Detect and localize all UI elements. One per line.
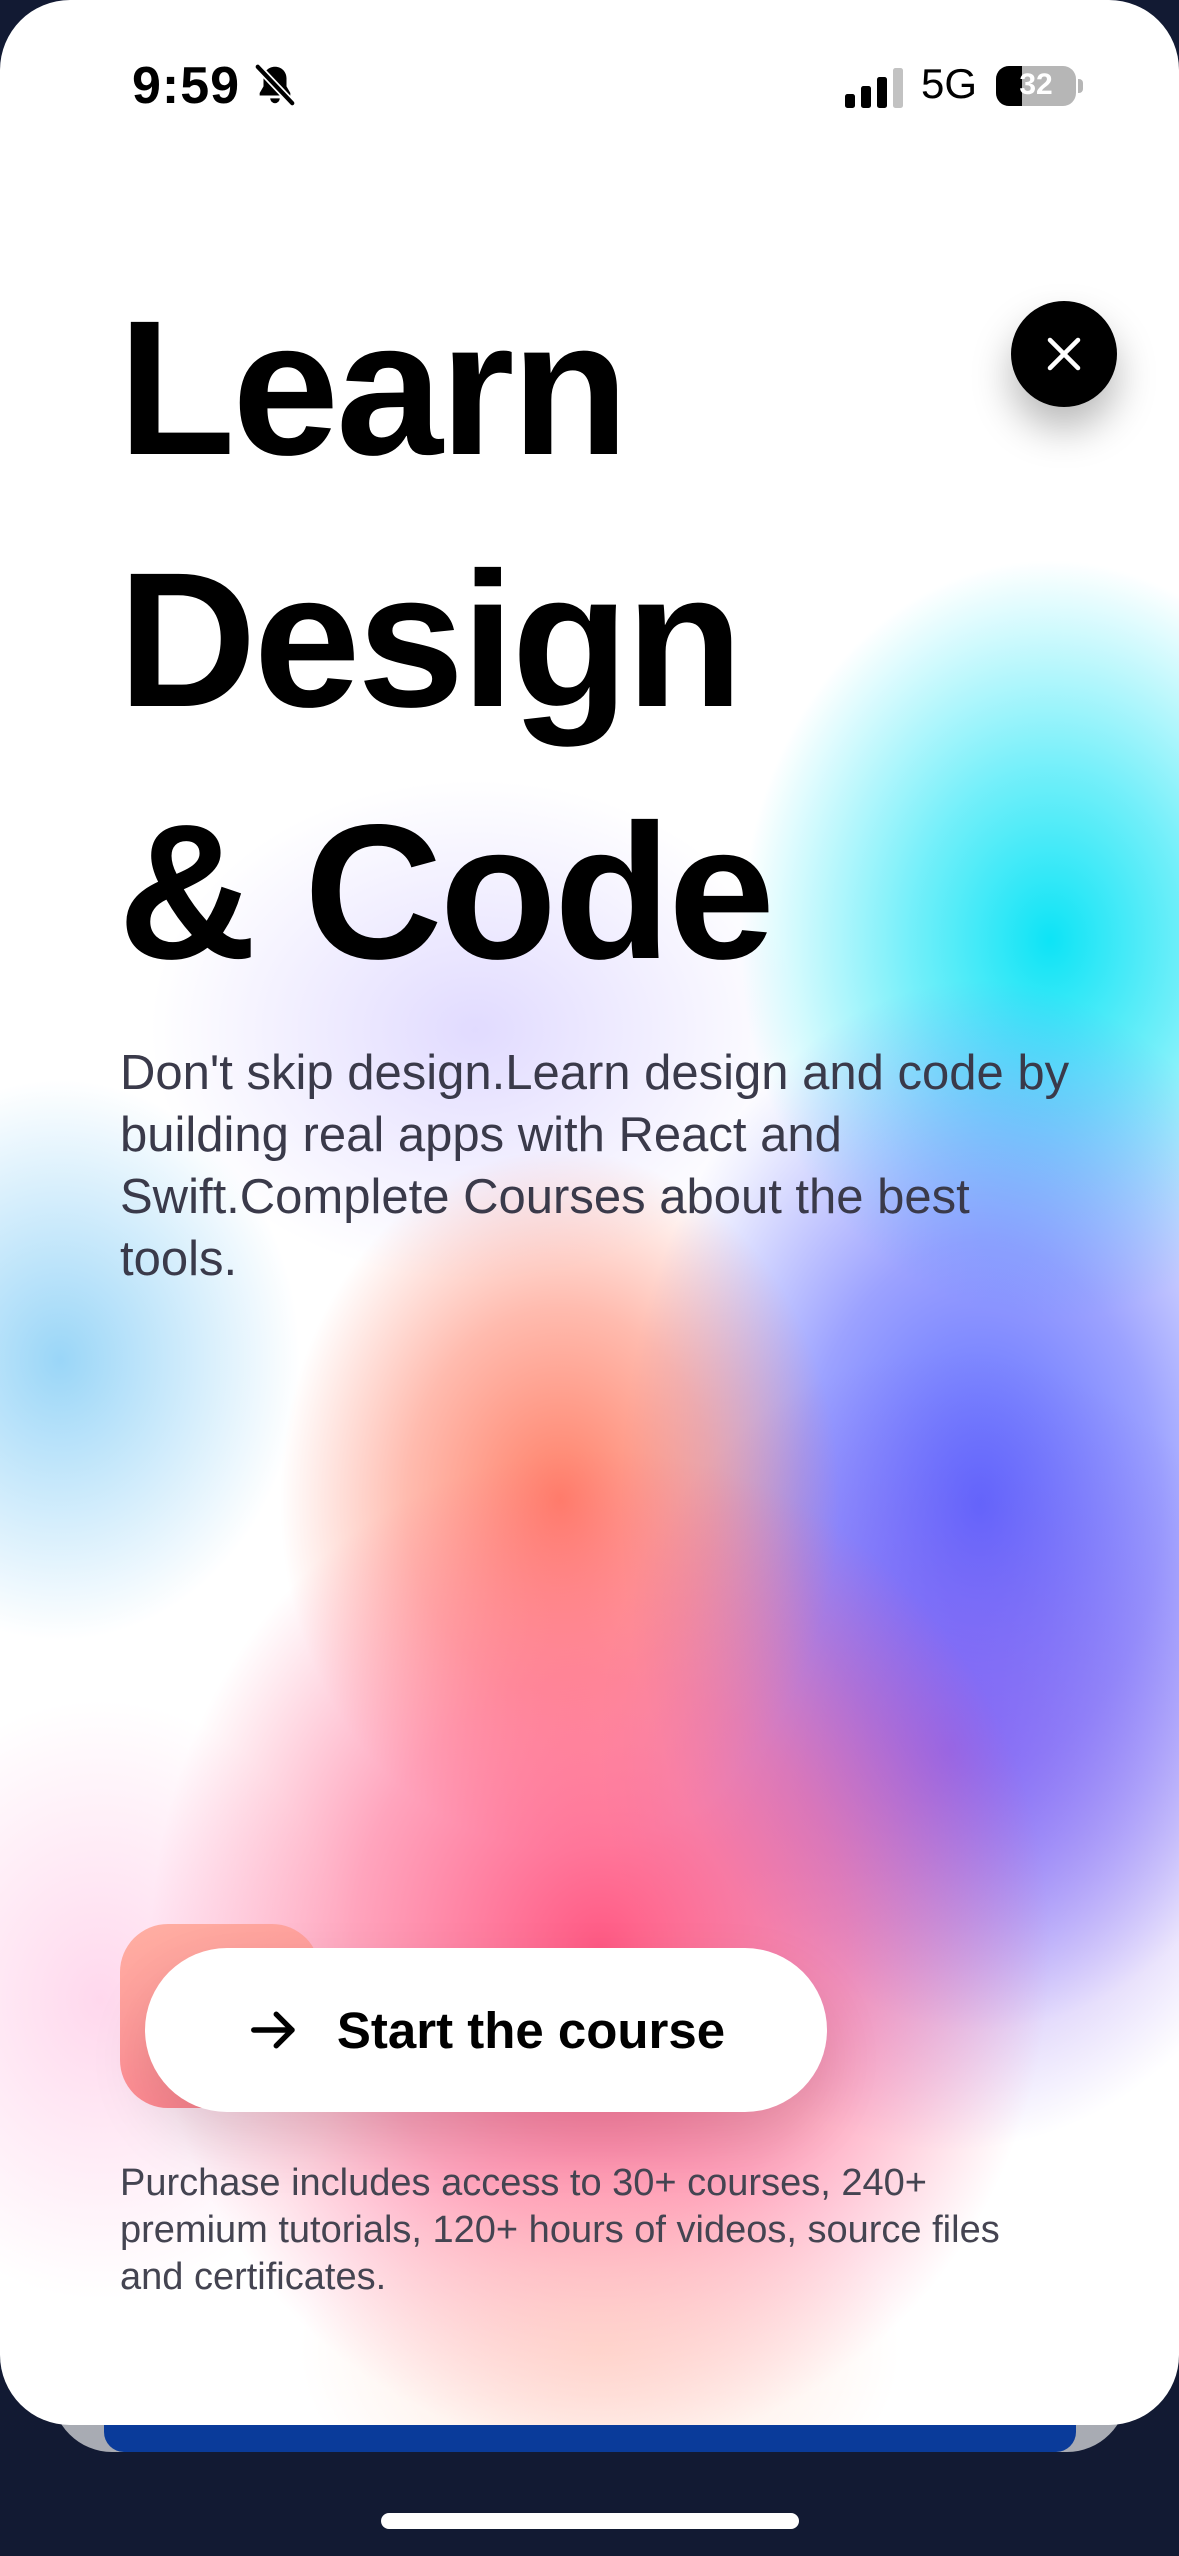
title-line-design: Design <box>118 532 743 747</box>
course-description: Don't skip design.Learn design and code … <box>120 1046 1070 1286</box>
close-button[interactable] <box>1011 301 1117 407</box>
battery-cap <box>1078 79 1083 93</box>
battery-percentage: 32 <box>1019 68 1053 101</box>
title-line-code: & Code <box>118 784 775 999</box>
signal-bar <box>877 77 887 108</box>
start-course-label: Start the course <box>336 2001 726 2059</box>
purchase-fineprint: Purchase includes access to 30+ courses,… <box>120 2162 1000 2298</box>
status-time: 9:59 <box>132 57 241 115</box>
status-bar: 9:59 5G 32 <box>0 0 1179 170</box>
start-course-button[interactable]: Start the course <box>145 1948 827 2112</box>
title-line-learn: Learn <box>118 280 629 495</box>
home-indicator[interactable] <box>381 2513 799 2529</box>
network-type: 5G <box>921 60 978 107</box>
signal-bar <box>845 94 855 108</box>
bell-slash-icon <box>254 64 296 106</box>
arrow-right-icon <box>250 2011 295 2049</box>
signal-bar <box>861 86 871 108</box>
course-sheet: 9:59 5G 32 Learn Design & Code Don't ski… <box>0 0 1179 2425</box>
cellular-signal-icon <box>845 68 903 108</box>
battery-icon: 32 <box>996 66 1076 106</box>
close-icon <box>1047 337 1081 371</box>
signal-bar <box>893 68 903 108</box>
page-title: Learn Design & Code <box>118 262 775 1018</box>
